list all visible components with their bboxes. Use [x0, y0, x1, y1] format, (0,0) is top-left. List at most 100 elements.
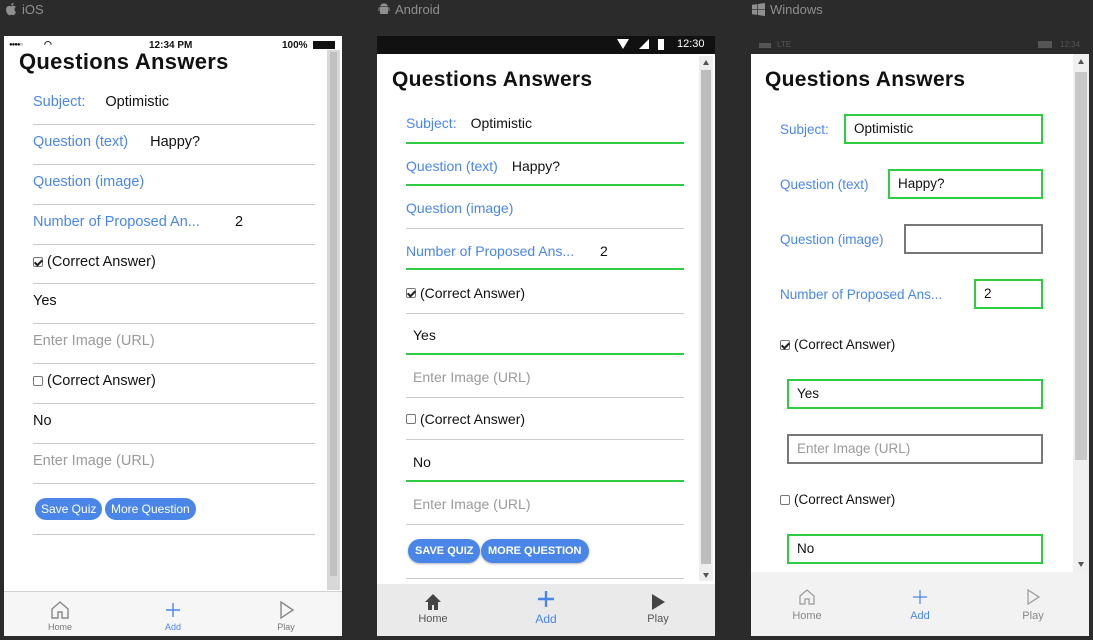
tab-play[interactable]: Play [988, 572, 1078, 622]
answer1-correct-label: (Correct Answer) [47, 254, 156, 270]
checkbox-unchecked-icon[interactable] [780, 494, 790, 505]
answer2-correct-checkbox[interactable]: (Correct Answer) [406, 411, 525, 427]
question-image-field[interactable]: Question (image) [33, 174, 144, 190]
answer2-correct-checkbox[interactable]: (Correct Answer) [33, 373, 156, 389]
answer1-image-placeholder[interactable]: Enter Image (URL) [33, 333, 155, 349]
question-text-value[interactable]: Happy? [512, 158, 560, 174]
question-text-label: Question (text) [33, 134, 129, 150]
answer1-text-field[interactable]: Yes [33, 293, 57, 309]
num-answers-field[interactable]: Number of Proposed An... 2 [33, 214, 243, 230]
ios-status-battery: 100% [282, 40, 308, 51]
num-answers-input[interactable]: 2 [974, 279, 1043, 309]
signal-icon [759, 42, 771, 48]
tab-home[interactable]: Home [20, 592, 100, 632]
scroll-down-arrow-icon[interactable] [703, 573, 709, 578]
subject-value[interactable]: Optimistic [105, 94, 169, 110]
add-icon [913, 590, 927, 604]
tab-add[interactable]: Add [133, 592, 213, 632]
underline [406, 142, 684, 144]
answer1-image-field[interactable]: Enter Image (URL) [413, 369, 530, 385]
scroll-up-arrow-icon[interactable] [703, 60, 709, 65]
checkbox-checked-icon[interactable] [406, 288, 416, 298]
scrollbar-thumb[interactable] [701, 70, 711, 564]
underline [406, 268, 684, 270]
answer2-image-field[interactable]: Enter Image (URL) [413, 496, 530, 512]
tab-bar: Home Add Play [751, 572, 1089, 636]
underline [406, 184, 684, 186]
checkbox-unchecked-icon[interactable] [406, 414, 416, 424]
divider [33, 124, 315, 125]
answer2-text-field[interactable]: No [413, 454, 431, 470]
more-question-button[interactable]: More Question [105, 498, 196, 520]
windows-status-bar: LTE 12:34 [751, 36, 1089, 54]
answer1-image-input[interactable]: Enter Image (URL) [787, 434, 1043, 464]
divider [33, 403, 315, 404]
num-answers-value[interactable]: 2 [600, 243, 608, 259]
answer1-value[interactable]: Yes [33, 293, 57, 309]
answer2-image-placeholder[interactable]: Enter Image (URL) [413, 496, 530, 512]
scroll-down-arrow-icon[interactable] [1078, 562, 1084, 567]
tab-add-label: Add [535, 612, 557, 626]
tab-bar: Home Add Play [4, 591, 342, 636]
answer2-image-placeholder[interactable]: Enter Image (URL) [33, 453, 155, 469]
question-image-field[interactable]: Question (image) [406, 200, 513, 216]
answer1-correct-checkbox[interactable]: (Correct Answer) [33, 254, 156, 270]
checkbox-unchecked-icon[interactable] [33, 376, 43, 386]
question-image-field: Question (image) [780, 232, 884, 247]
answer1-text-field[interactable]: Yes [413, 327, 436, 343]
windows-page: Questions Answers Subject: Optimistic Qu… [751, 54, 1073, 576]
signal-dots-icon: ●●●●○ [9, 42, 23, 48]
answer2-correct-checkbox[interactable]: (Correct Answer) [780, 492, 895, 507]
tab-add[interactable]: Add [875, 572, 965, 622]
save-quiz-button[interactable]: SAVE QUIZ [408, 539, 481, 563]
answer2-value[interactable]: No [33, 413, 52, 429]
tab-add[interactable]: Add [501, 584, 591, 626]
divider [406, 228, 684, 229]
answer2-value[interactable]: No [413, 454, 431, 470]
question-text-input[interactable]: Happy? [888, 169, 1043, 199]
num-answers-label: Number of Proposed Ans... [780, 287, 943, 302]
save-quiz-button[interactable]: Save Quiz [35, 498, 103, 520]
question-text-field[interactable]: Question (text) Happy? [33, 134, 200, 150]
subject-input[interactable]: Optimistic [844, 114, 1043, 144]
question-text-value[interactable]: Happy? [150, 134, 200, 150]
play-icon [280, 600, 295, 620]
answer2-input[interactable]: No [787, 534, 1043, 564]
question-image-input[interactable] [904, 224, 1043, 254]
scrollbar-thumb[interactable] [330, 52, 337, 576]
subject-value[interactable]: Optimistic [471, 115, 532, 131]
scroll-up-arrow-icon[interactable] [1078, 59, 1084, 64]
divider [33, 534, 315, 535]
answer1-image-placeholder[interactable]: Enter Image (URL) [413, 369, 530, 385]
play-icon [652, 594, 665, 610]
answer1-correct-checkbox[interactable]: (Correct Answer) [406, 285, 525, 301]
subject-field[interactable]: Subject: Optimistic [406, 115, 532, 131]
tab-play[interactable]: Play [613, 584, 703, 625]
more-question-button[interactable]: MORE QUESTION [481, 539, 589, 563]
answer1-correct-label: (Correct Answer) [420, 285, 526, 301]
num-answers-label: Number of Proposed Ans... [406, 243, 575, 259]
tab-play-label: Play [277, 622, 295, 632]
num-answers-value[interactable]: 2 [235, 214, 243, 230]
answer1-image-field[interactable]: Enter Image (URL) [33, 333, 155, 349]
home-icon [425, 594, 441, 610]
subject-field[interactable]: Subject: Optimistic [33, 94, 169, 110]
tab-play[interactable]: Play [246, 592, 326, 632]
subject-label: Subject: [780, 122, 829, 137]
question-text-field[interactable]: Question (text) Happy? [406, 158, 560, 174]
wifi-icon [617, 39, 629, 49]
answer1-value[interactable]: Yes [413, 327, 436, 343]
answer1-input[interactable]: Yes [787, 379, 1043, 409]
answer2-image-field[interactable]: Enter Image (URL) [33, 453, 155, 469]
tab-home[interactable]: Home [762, 572, 852, 622]
divider [33, 204, 315, 205]
num-answers-field[interactable]: Number of Proposed Ans... 2 [406, 243, 608, 259]
answer2-text-field[interactable]: No [33, 413, 52, 429]
scrollbar-thumb[interactable] [1075, 72, 1087, 460]
tab-home[interactable]: Home [388, 584, 478, 625]
answer1-correct-checkbox[interactable]: (Correct Answer) [780, 337, 895, 352]
checkbox-checked-icon[interactable] [33, 257, 43, 267]
checkbox-checked-icon[interactable] [780, 339, 790, 350]
underline [406, 353, 684, 355]
tab-add-label: Add [164, 622, 181, 632]
